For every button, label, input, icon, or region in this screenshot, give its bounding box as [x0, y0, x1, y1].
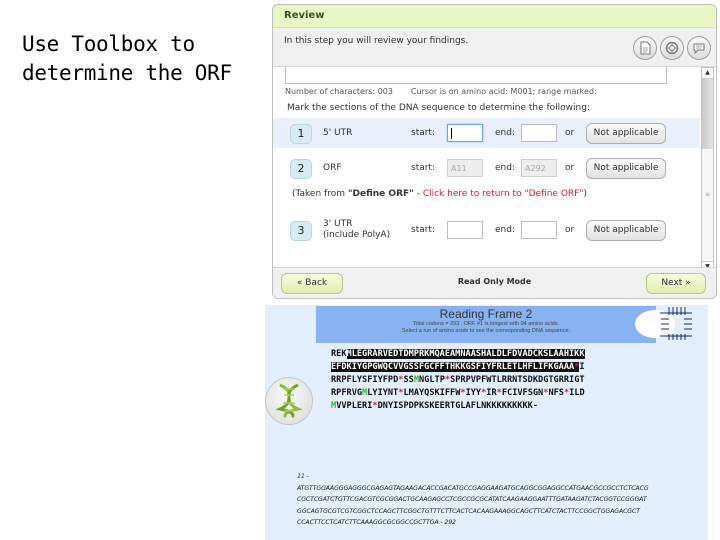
- document-icon: [640, 41, 651, 55]
- orf-source-note: (Taken from "Define ORF" - Click here to…: [292, 189, 587, 199]
- amino-acid-run[interactable]: RPFRVG: [331, 388, 362, 398]
- row-label: 5' UTR: [323, 128, 353, 138]
- dna-line: CCACTTCCTCATCTTCAAAGGCGCGGCCGCTTGA - 292: [297, 519, 456, 526]
- reading-frame-summary: Total codons = 293 . ORF #1 is longest w…: [412, 321, 560, 327]
- lifebuoy-icon: [665, 41, 679, 55]
- dna-line: ATGTTGGAAGGGAGGGCGAGAGTAGAAGACACCGACATGC…: [297, 484, 649, 492]
- protein-line[interactable]: MVVPLERI*DNYISPDPKSKEERTGLAFLNKKKKKKKKK-: [331, 400, 585, 413]
- dna-sequence: 11 - ATGTTGGAAGGGAGGGCGAGAGTAGAAGACACCGA…: [297, 471, 649, 529]
- dna-line: CGCTCGATCTGTTCGACGTCGCGGACTGCAAGAGCCTCGC…: [297, 496, 647, 503]
- protein-line[interactable]: RPFRVGMLYIYNT*LMAYQSKIFFW*IYY*IR*FCIVFSG…: [331, 387, 585, 400]
- reading-frame-header: Reading Frame 2 Total codons = 293 . ORF…: [316, 306, 656, 343]
- slide-title: Use Toolbox to determine the ORF: [22, 32, 232, 85]
- step-number: 1: [290, 124, 312, 144]
- amino-acid-run[interactable]: I: [579, 362, 584, 372]
- amino-acid-run[interactable]: NGLTP: [419, 375, 445, 385]
- row-label-main: 3' UTR: [323, 219, 353, 229]
- protein-sequence[interactable]: REKMLEGRARVEDTDMPRKMQAEAMNAASHALDLFDVADC…: [331, 348, 585, 413]
- review-content: Number of characters: 003 Cursor is on am…: [273, 67, 700, 268]
- amino-acid-run[interactable]: ILD: [569, 388, 585, 398]
- amino-acid-run[interactable]: VVPLERI: [336, 401, 372, 411]
- amino-acid-run[interactable]: SS: [403, 375, 413, 385]
- 3utr-not-applicable-button[interactable]: Not applicable: [586, 220, 666, 241]
- protein-line[interactable]: RRPFLYSFIYFPD*SSMNGLTP*SPRPVPFWTLRRNTSDK…: [331, 374, 585, 387]
- 5utr-start-input[interactable]: [447, 124, 483, 142]
- 3utr-start-input[interactable]: [447, 221, 483, 239]
- or-label: or: [565, 163, 575, 173]
- row-orf: 2 ORF start: A11 end: A292 or Not applic…: [273, 153, 700, 183]
- row-3utr: 3 3' UTR (include PolyA) start: end: or N…: [273, 215, 700, 245]
- review-header: Review: [273, 5, 716, 28]
- 5utr-end-input[interactable]: [521, 124, 557, 142]
- chat-icon: [693, 43, 705, 55]
- 5utr-not-applicable-button[interactable]: Not applicable: [586, 123, 666, 144]
- sequence-textbox[interactable]: [285, 67, 667, 84]
- amino-acid-run[interactable]: FCIVFSGN: [502, 388, 543, 398]
- instruction-label: Mark the sections of the DNA sequence to…: [287, 103, 590, 113]
- cursor-info: Cursor is on amino acid: M001; range mar…: [410, 87, 597, 96]
- note-dash: -: [413, 189, 423, 199]
- dna-header: 11 -: [297, 473, 309, 480]
- frame-selector-icon[interactable]: [659, 305, 693, 341]
- char-info: Number of characters: 003 Cursor is on am…: [285, 87, 597, 96]
- 3utr-end-input[interactable]: [521, 221, 557, 239]
- scroll-up-arrow-icon[interactable]: ▲: [702, 68, 713, 79]
- amino-acid-run[interactable]: MLEGRARVEDTDMPRKMQAEAMNAASHALDLFDVADCKSL…: [346, 349, 585, 359]
- amino-acid-run[interactable]: LYIYNT: [367, 388, 398, 398]
- amino-acid-run[interactable]: IYY: [466, 388, 482, 398]
- reading-frame-title: Reading Frame 2: [439, 307, 533, 321]
- text-caret: [451, 128, 452, 139]
- amino-acid-run[interactable]: LMAYQSKIFFW: [403, 388, 460, 398]
- dna-helix-logo: [265, 377, 313, 425]
- scroll-grip-icon: ≡: [705, 191, 711, 198]
- row-5utr: 1 5' UTR start: end: or Not applicable: [273, 118, 700, 148]
- note-bold: "Define ORF": [347, 189, 414, 199]
- end-label: end:: [495, 128, 515, 138]
- amino-acid-run[interactable]: NFS: [548, 388, 564, 398]
- orf-not-applicable-button[interactable]: Not applicable: [586, 158, 666, 179]
- char-count: Number of characters: 003: [285, 87, 393, 96]
- or-label: or: [565, 225, 575, 235]
- row-label: ORF: [323, 163, 342, 173]
- step-number: 3: [290, 221, 312, 241]
- content-scrollbar[interactable]: ▲ ≡ ▼: [701, 67, 714, 273]
- help-button[interactable]: [660, 36, 684, 60]
- next-button[interactable]: Next »: [646, 273, 706, 294]
- end-label: end:: [495, 225, 515, 235]
- row-label: 3' UTR (include PolyA): [323, 219, 390, 241]
- amino-acid-run[interactable]: SPRPVPFWTLRRNTSDKDGTGRRIGT: [450, 375, 585, 385]
- amino-acid-run[interactable]: DNYISPDPKSKEERTGLAFLNKKKKKKKKK-: [378, 401, 538, 411]
- start-label: start:: [411, 128, 435, 138]
- step-description: In this step you will review your findin…: [284, 36, 469, 46]
- amino-acid-run[interactable]: REK: [331, 349, 347, 359]
- review-subheader: In this step you will review your findin…: [273, 28, 716, 67]
- reading-frame-panel: Reading Frame 2 Total codons = 293 . ORF…: [265, 305, 708, 540]
- reading-frame-instruction: Select a run of amino acids to see the c…: [401, 328, 571, 334]
- comment-button[interactable]: [687, 36, 711, 60]
- review-footer: « Back Read Only Mode Next »: [273, 267, 716, 298]
- step-number: 2: [290, 159, 312, 179]
- protein-line[interactable]: REKMLEGRARVEDTDMPRKMQAEAMNAASHALDLFDVADC…: [331, 348, 585, 361]
- start-label: start:: [411, 225, 435, 235]
- amino-acid-run[interactable]: RRPFLYSFIYFPD: [331, 375, 398, 385]
- dna-line: GGCAGTGCGTCGTCGGCTCCAGCTTCGGCTGTTTCTTCAC…: [297, 507, 640, 515]
- note-suffix: ): [583, 189, 587, 199]
- return-to-define-orf-link[interactable]: Click here to return to "Define ORF": [423, 189, 584, 199]
- orf-end-input[interactable]: A292: [521, 159, 557, 177]
- dna-helix-icon: [275, 383, 303, 419]
- amino-acid-run[interactable]: EFDKIYGPGWQCVVGSSFGCFFTHKKGSFIYFRLETLHFL…: [331, 362, 575, 372]
- protein-line[interactable]: EFDKIYGPGWQCVVGSSFGCFFTHKKGSFIYFRLETLHFL…: [331, 361, 585, 374]
- end-label: end:: [495, 163, 515, 173]
- amino-acid-run[interactable]: IR: [486, 388, 496, 398]
- review-window: Review In this step you will review your…: [272, 4, 717, 299]
- document-button[interactable]: [633, 36, 657, 60]
- note-prefix: (Taken from: [292, 189, 348, 199]
- or-label: or: [565, 128, 575, 138]
- scroll-thumb[interactable]: [702, 79, 713, 149]
- start-label: start:: [411, 163, 435, 173]
- row-label-sub: (include PolyA): [323, 230, 391, 240]
- orf-start-input[interactable]: A11: [447, 159, 483, 177]
